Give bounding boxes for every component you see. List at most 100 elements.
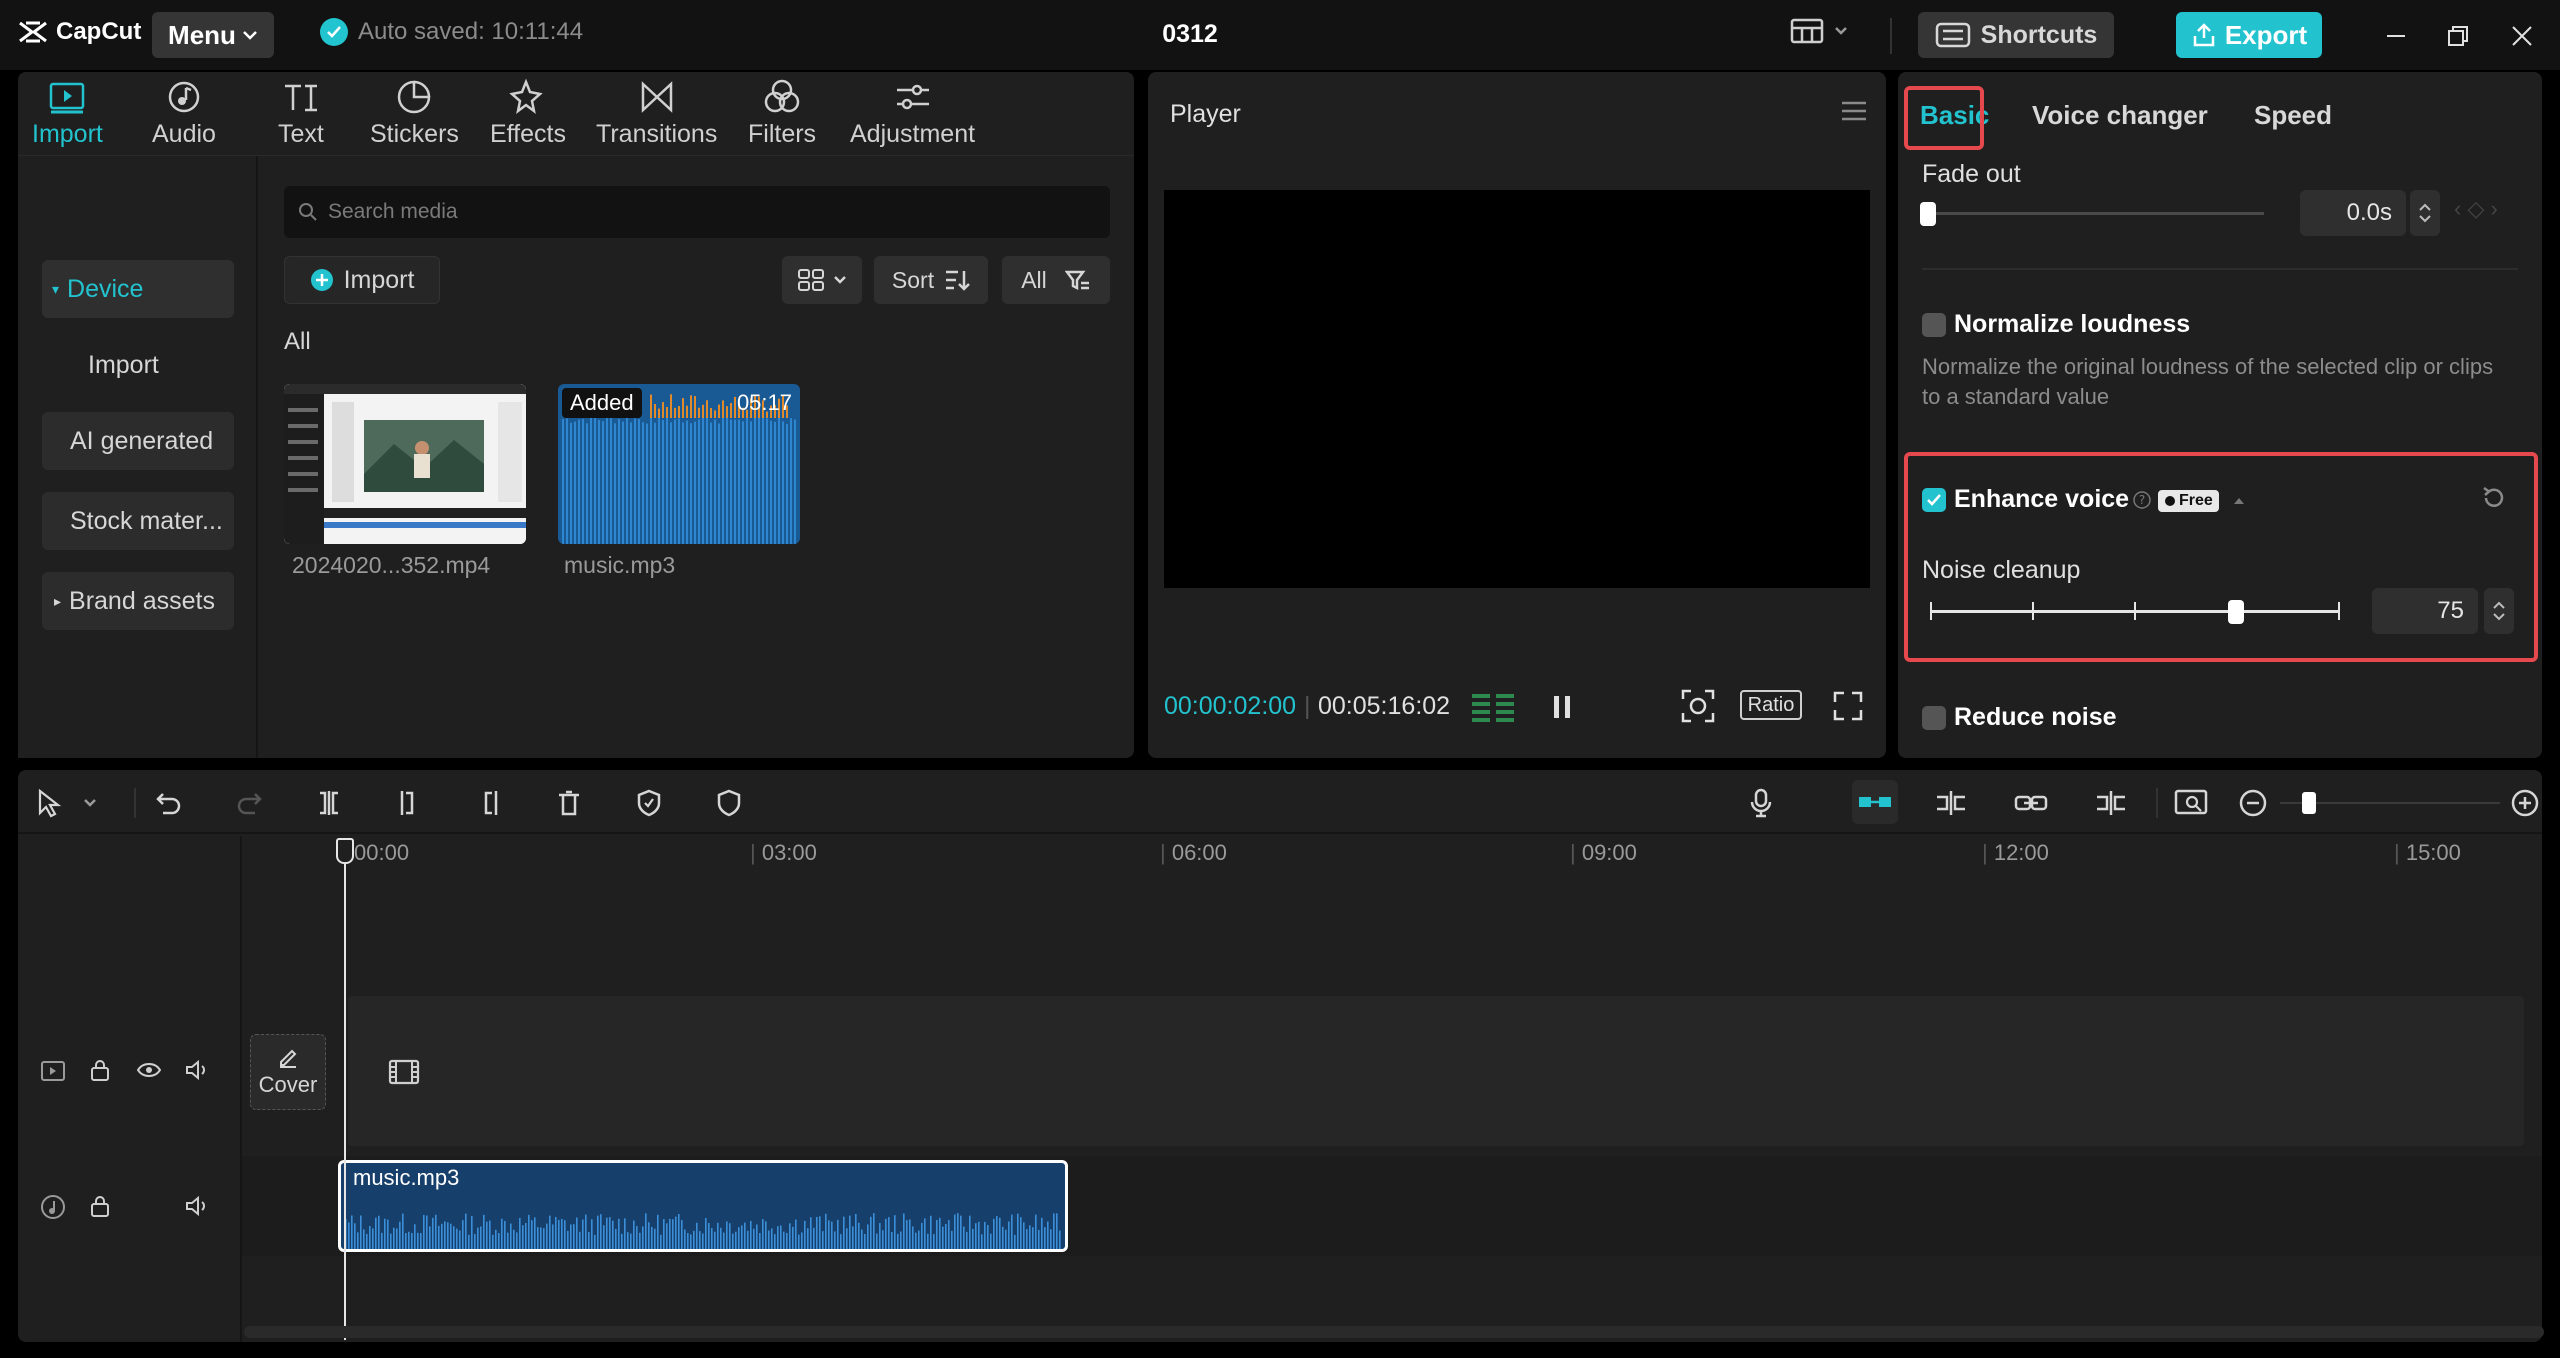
ai-marker-button[interactable] bbox=[632, 786, 666, 820]
playhead[interactable] bbox=[344, 840, 346, 1340]
playhead-handle[interactable] bbox=[336, 838, 354, 864]
tab-filters[interactable]: Filters bbox=[748, 78, 816, 149]
tab-import[interactable]: Import bbox=[32, 78, 103, 149]
waveform-bar bbox=[462, 1220, 464, 1249]
zoom-slider-handle[interactable] bbox=[2302, 792, 2316, 814]
mute-track-button[interactable] bbox=[184, 1194, 210, 1218]
waveform-bar bbox=[618, 419, 620, 544]
added-badge: Added bbox=[562, 388, 642, 418]
reduce-noise-checkbox[interactable] bbox=[1922, 706, 1946, 730]
pause-button[interactable] bbox=[1548, 692, 1576, 722]
waveform-bar bbox=[903, 1213, 905, 1249]
sidebar-item-ai-generated[interactable]: AI generated bbox=[42, 412, 234, 470]
media-item-name: 2024020...352.mp4 bbox=[292, 552, 491, 578]
lock-track-button[interactable] bbox=[88, 1058, 112, 1082]
record-voiceover-button[interactable] bbox=[1744, 786, 1778, 820]
tab-speed[interactable]: Speed bbox=[2254, 100, 2332, 131]
tab-transitions[interactable]: Transitions bbox=[596, 78, 717, 149]
maximize-button[interactable] bbox=[2442, 20, 2474, 52]
collapse-caret-icon[interactable] bbox=[2232, 496, 2246, 506]
media-tabs: Import Audio Text Stickers Effects Trans… bbox=[18, 72, 1134, 156]
search-media-input[interactable]: Search media bbox=[284, 186, 1110, 238]
redo-button[interactable] bbox=[232, 786, 266, 820]
waveform-bar bbox=[756, 1224, 758, 1249]
waveform-bar bbox=[600, 1214, 602, 1249]
fade-out-slider-track[interactable] bbox=[1926, 212, 2264, 215]
sidebar-item-device[interactable]: ▾ Device bbox=[42, 260, 234, 318]
enhance-voice-checkbox[interactable] bbox=[1922, 488, 1946, 512]
select-tool-dropdown[interactable] bbox=[80, 786, 100, 820]
trim-left-button[interactable] bbox=[392, 786, 426, 820]
tab-audio[interactable]: Audio bbox=[152, 78, 216, 149]
zoom-fit-button[interactable] bbox=[2174, 786, 2208, 820]
tab-text[interactable]: Text bbox=[278, 78, 324, 149]
player-menu-button[interactable] bbox=[1840, 100, 1868, 122]
waveform-bar bbox=[758, 414, 760, 544]
fit-view-button[interactable] bbox=[1680, 688, 1716, 724]
reset-button[interactable] bbox=[2480, 484, 2508, 512]
sidebar-item-import[interactable]: Import bbox=[42, 336, 234, 394]
mute-track-button[interactable] bbox=[184, 1058, 210, 1082]
normalize-loudness-checkbox[interactable] bbox=[1922, 313, 1946, 337]
media-item-audio[interactable]: Added 05:17 bbox=[558, 384, 800, 544]
timeline-toolbar bbox=[18, 770, 2542, 834]
noise-cleanup-stepper[interactable] bbox=[2484, 588, 2514, 634]
snap-icon bbox=[1937, 791, 1965, 815]
minimize-button[interactable] bbox=[2380, 20, 2412, 52]
export-button[interactable]: Export bbox=[2176, 12, 2322, 58]
main-video-track[interactable] bbox=[348, 996, 2524, 1146]
close-button[interactable] bbox=[2506, 20, 2538, 52]
sort-button[interactable]: Sort bbox=[874, 256, 988, 304]
player-viewport[interactable] bbox=[1164, 190, 1870, 588]
select-tool-button[interactable] bbox=[32, 786, 66, 820]
preview-axis-button[interactable] bbox=[2094, 786, 2128, 820]
delete-button[interactable] bbox=[552, 786, 586, 820]
zoom-in-button[interactable] bbox=[2508, 786, 2542, 820]
sidebar-item-stock-material[interactable]: Stock mater... bbox=[42, 492, 234, 550]
waveform-bar bbox=[807, 1228, 809, 1249]
hide-track-button[interactable] bbox=[136, 1060, 162, 1080]
zoom-out-button[interactable] bbox=[2236, 786, 2270, 820]
fade-out-stepper[interactable] bbox=[2410, 190, 2440, 236]
cover-button[interactable]: Cover bbox=[250, 1034, 326, 1110]
auto-snap-button[interactable] bbox=[1934, 786, 1968, 820]
waveform-bar bbox=[438, 1225, 440, 1249]
media-item-video[interactable] bbox=[284, 384, 526, 544]
tab-voice-changer[interactable]: Voice changer bbox=[2032, 100, 2208, 131]
audio-clip[interactable]: music.mp3 bbox=[338, 1160, 1068, 1252]
sidebar-item-brand-assets[interactable]: ▸ Brand assets bbox=[42, 572, 234, 630]
noise-cleanup-input[interactable]: 75 bbox=[2372, 588, 2478, 634]
undo-button[interactable] bbox=[152, 786, 186, 820]
cover-label: Cover bbox=[258, 1072, 318, 1097]
tab-label: Filters bbox=[748, 120, 817, 148]
filter-button[interactable]: All bbox=[1002, 256, 1110, 304]
trim-right-button[interactable] bbox=[472, 786, 506, 820]
waveform-bar bbox=[879, 1223, 881, 1249]
tab-adjustment[interactable]: Adjustment bbox=[850, 78, 975, 149]
import-button[interactable]: Import bbox=[284, 256, 440, 304]
marker-button[interactable] bbox=[712, 786, 746, 820]
fullscreen-button[interactable] bbox=[1832, 690, 1864, 722]
tab-stickers[interactable]: Stickers bbox=[370, 78, 459, 149]
tab-effects[interactable]: Effects bbox=[490, 78, 566, 149]
waveform-bar bbox=[687, 1233, 689, 1249]
fade-out-input[interactable]: 0.0s bbox=[2300, 190, 2406, 236]
waveform-bar bbox=[705, 1218, 707, 1249]
fade-out-slider-handle[interactable] bbox=[1920, 202, 1936, 226]
main-track-magnet-button[interactable] bbox=[1852, 780, 1898, 824]
waveform-peak bbox=[722, 400, 724, 418]
noise-cleanup-slider-handle[interactable] bbox=[2228, 600, 2244, 624]
keyframe-nav-icon[interactable]: ‹ ◇ › bbox=[2454, 196, 2498, 222]
link-button[interactable] bbox=[2014, 786, 2048, 820]
layout-button[interactable] bbox=[1790, 18, 1848, 44]
waveform-bar bbox=[630, 1233, 632, 1249]
timeline-scrollbar[interactable] bbox=[244, 1326, 2544, 1338]
sort-label: Sort bbox=[891, 266, 935, 293]
ratio-button[interactable]: Ratio bbox=[1740, 690, 1802, 720]
view-mode-button[interactable] bbox=[782, 256, 862, 304]
reduce-noise-label: Reduce noise bbox=[1954, 703, 2117, 731]
split-button[interactable] bbox=[312, 786, 346, 820]
lock-track-button[interactable] bbox=[88, 1194, 112, 1218]
shortcuts-button[interactable]: Shortcuts bbox=[1918, 12, 2114, 58]
help-icon[interactable]: ? bbox=[2132, 490, 2152, 510]
